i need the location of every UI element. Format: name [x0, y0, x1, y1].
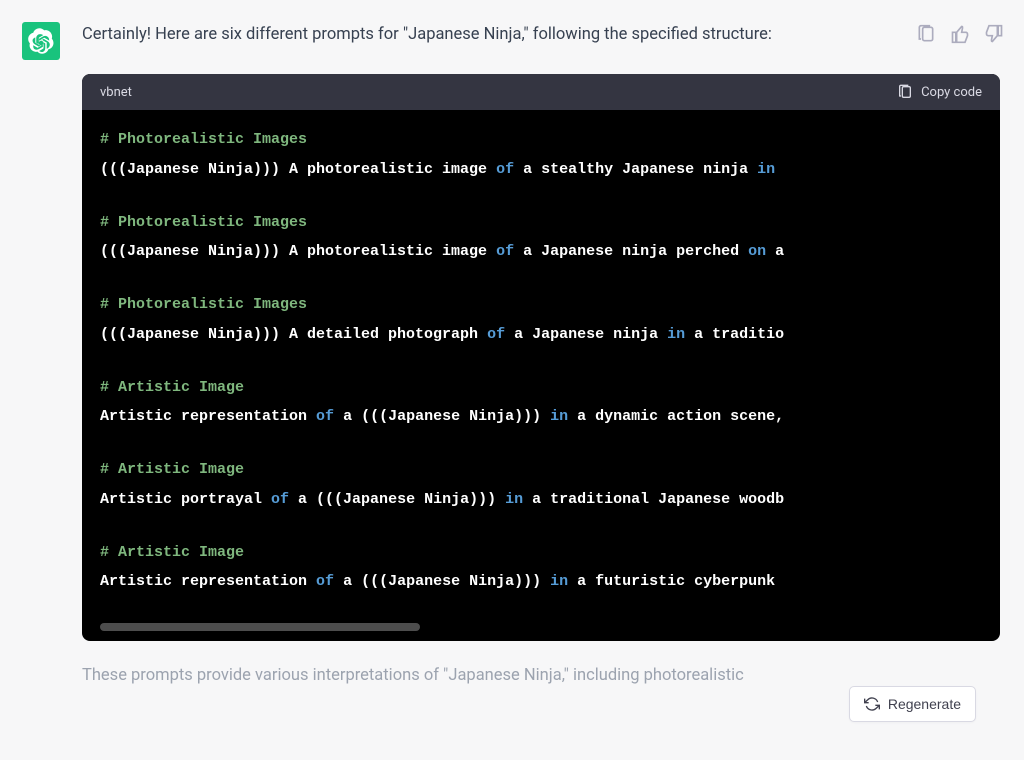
- code-line: (((Japanese Ninja))) A photorealistic im…: [100, 158, 982, 181]
- code-block: vbnet Copy code # Photorealistic Images (…: [82, 74, 1000, 641]
- refresh-icon: [864, 696, 880, 712]
- regenerate-button[interactable]: Regenerate: [849, 686, 976, 722]
- copy-code-button[interactable]: Copy code: [897, 84, 982, 100]
- code-comment-line: # Photorealistic Images: [100, 128, 982, 151]
- code-comment-line: # Photorealistic Images: [100, 293, 982, 316]
- code-header: vbnet Copy code: [82, 74, 1000, 110]
- code-comment-line: # Artistic Image: [100, 458, 982, 481]
- feedback-actions: [916, 24, 1004, 44]
- code-prompt-group: # Artistic Image Artistic representation …: [100, 541, 982, 594]
- copy-code-label: Copy code: [921, 85, 982, 100]
- code-line: Artistic representation of a (((Japanese…: [100, 570, 982, 593]
- code-comment-line: # Photorealistic Images: [100, 211, 982, 234]
- intro-text: Certainly! Here are six different prompt…: [82, 22, 1004, 48]
- assistant-message: Certainly! Here are six different prompt…: [0, 0, 1024, 690]
- code-content[interactable]: # Photorealistic Images (((Japanese Ninja…: [82, 110, 1000, 641]
- message-body: Certainly! Here are six different prompt…: [82, 22, 1004, 690]
- code-prompt-group: # Photorealistic Images (((Japanese Ninja…: [100, 293, 982, 346]
- code-language-label: vbnet: [100, 85, 132, 100]
- code-comment-line: # Artistic Image: [100, 541, 982, 564]
- clipboard-icon: [897, 84, 913, 100]
- code-line: Artistic portrayal of a (((Japanese Ninj…: [100, 488, 982, 511]
- code-line: (((Japanese Ninja))) A detailed photogra…: [100, 323, 982, 346]
- assistant-avatar: [22, 22, 60, 60]
- code-prompt-group: # Photorealistic Images (((Japanese Ninja…: [100, 211, 982, 264]
- code-prompt-group: # Artistic Image Artistic representation …: [100, 376, 982, 429]
- code-line: Artistic representation of a (((Japanese…: [100, 405, 982, 428]
- code-prompt-group: # Photorealistic Images (((Japanese Ninja…: [100, 128, 982, 181]
- thumbs-up-icon[interactable]: [950, 24, 970, 44]
- clipboard-icon[interactable]: [916, 24, 936, 44]
- horizontal-scrollbar[interactable]: [100, 623, 420, 631]
- code-prompt-group: # Artistic Image Artistic portrayal of a …: [100, 458, 982, 511]
- regenerate-label: Regenerate: [888, 696, 961, 712]
- code-comment-line: # Artistic Image: [100, 376, 982, 399]
- openai-logo-icon: [28, 28, 54, 54]
- code-line: (((Japanese Ninja))) A photorealistic im…: [100, 240, 982, 263]
- thumbs-down-icon[interactable]: [984, 24, 1004, 44]
